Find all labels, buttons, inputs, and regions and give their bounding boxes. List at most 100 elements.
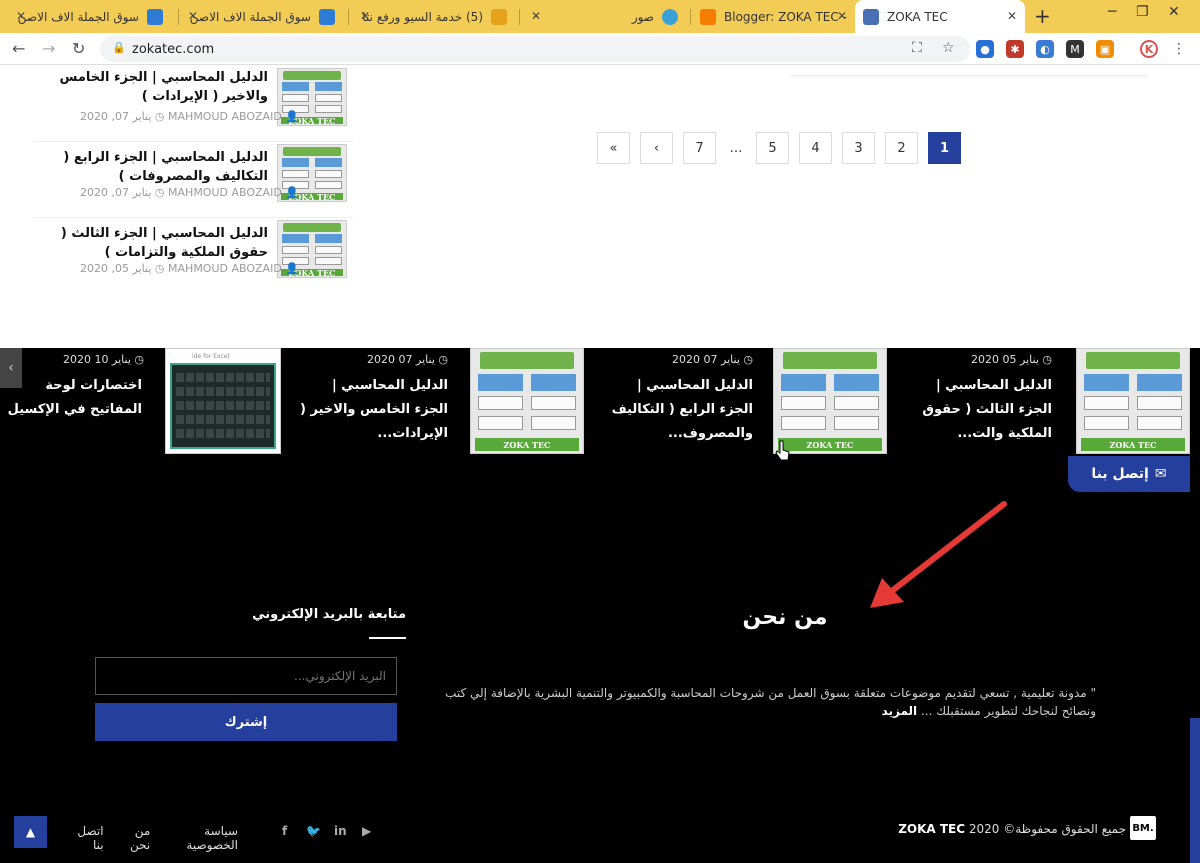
browser-tab[interactable]: سوق الجملة الاف الاصن ✕ xyxy=(8,0,171,33)
lock-icon[interactable]: 🔒 xyxy=(112,41,126,54)
page-prev-button[interactable]: ‹ xyxy=(640,132,673,164)
footer-link-about[interactable]: من نحن xyxy=(118,824,150,852)
thumb-brand: ZOKA TEC xyxy=(778,438,882,451)
envelope-icon: ✉ xyxy=(1154,466,1167,482)
post-title[interactable]: الدليل المحاسبي | الجزء الرابع ( التكالي… xyxy=(38,148,268,186)
about-title: من نحن xyxy=(742,605,828,630)
slide-date: ◷ يناير 07 2020 xyxy=(672,353,753,366)
jomla-icon xyxy=(147,8,163,25)
slider-item[interactable]: ide for Excel ◷ يناير 10 2020 اختصارات ل… xyxy=(0,348,282,458)
browser-tabbar: سوق الجملة الاف الاصن ✕ سوق الجملة الاف … xyxy=(0,0,1200,33)
slide-date: ◷ يناير 10 2020 xyxy=(63,353,144,366)
user-icon: 👤 xyxy=(285,186,299,199)
bookmark-star-icon[interactable]: ☆ xyxy=(942,40,955,56)
reload-icon[interactable]: ↻ xyxy=(72,39,85,58)
post-author[interactable]: MAHMOUD ABOZAID xyxy=(168,110,282,123)
slider-item[interactable]: ZOKA TEC ◷ يناير 07 2020 الدليل المحاسبي… xyxy=(290,348,585,458)
translate-icon[interactable]: ⛶ xyxy=(912,40,922,56)
contact-button[interactable]: ✉ إتصل بنا xyxy=(1068,456,1190,492)
facebook-icon[interactable]: f xyxy=(282,824,287,838)
slide-title[interactable]: اختصارات لوحة المفاتيح في الإكسيل xyxy=(0,374,142,422)
post-author[interactable]: MAHMOUD ABOZAID xyxy=(168,186,282,199)
browser-tab[interactable]: (5) خدمة السيو ورفع نتا ✕ xyxy=(352,0,515,33)
browser-tab-active[interactable]: ZOKA TEC ✕ xyxy=(855,0,1025,33)
slide-title[interactable]: الدليل المحاسبي | الجزء الثالث ( حقوق ال… xyxy=(902,374,1052,446)
post-date: يناير 05, 2020 xyxy=(80,262,152,275)
menu-icon[interactable]: ⋮ xyxy=(1170,40,1188,58)
back-icon[interactable]: ← xyxy=(12,39,25,58)
contact-button-label: إتصل بنا xyxy=(1091,466,1149,482)
slide-thumbnail[interactable]: ZOKA TEC xyxy=(470,348,584,454)
page-button[interactable]: 3 xyxy=(842,132,875,164)
profile-avatar[interactable]: K xyxy=(1140,40,1158,58)
twitter-icon[interactable]: 🐦 xyxy=(306,824,321,838)
slide-thumbnail[interactable]: ZOKA TEC xyxy=(1076,348,1190,454)
footer-link-privacy[interactable]: سياسة الخصوصية xyxy=(164,824,238,852)
pagination: « ‹ 7 … 5 4 3 2 1 xyxy=(597,132,971,164)
subscribe-button[interactable]: إشترك xyxy=(95,703,397,741)
minimize-button[interactable]: ─ xyxy=(1108,4,1116,20)
annotation-arrow xyxy=(870,501,1007,608)
close-icon[interactable]: ✕ xyxy=(188,9,198,23)
slide-thumbnail[interactable]: ide for Excel xyxy=(165,348,281,454)
brand-name[interactable]: ZOKA TEC xyxy=(898,822,965,836)
close-icon[interactable]: ✕ xyxy=(531,9,541,23)
new-tab-button[interactable]: + xyxy=(1034,4,1051,28)
linkedin-icon[interactable]: in xyxy=(334,824,347,838)
five-icon xyxy=(491,8,507,25)
email-field[interactable] xyxy=(95,657,397,695)
omnibox[interactable]: 🔒 zokatec.com ⛶ ☆ xyxy=(100,36,970,62)
post-meta: 👤 MAHMOUD ABOZAID ◷ يناير 07, 2020 xyxy=(63,186,299,199)
forward-icon[interactable]: → xyxy=(42,39,55,58)
mouse-cursor-icon xyxy=(775,440,790,461)
page-button[interactable]: 2 xyxy=(885,132,918,164)
close-icon[interactable]: ✕ xyxy=(16,9,26,23)
read-more-link[interactable]: المزيد xyxy=(882,704,918,718)
slider-item[interactable]: ZOKA TEC ◷ يناير 05 2020 الدليل المحاسبي… xyxy=(900,348,1190,458)
extension-icon[interactable]: M xyxy=(1066,40,1084,58)
post-date: يناير 07, 2020 xyxy=(80,110,152,123)
close-icon[interactable]: ✕ xyxy=(360,9,370,23)
close-icon[interactable]: ✕ xyxy=(1007,9,1017,23)
clock-icon: ◷ xyxy=(154,186,165,199)
browser-tab[interactable]: Blogger: ZOKA TEC - ك ✕ xyxy=(692,0,855,33)
extension-icon[interactable]: ● xyxy=(976,40,994,58)
blogger-icon xyxy=(700,8,716,25)
browser-tab[interactable]: صور ✕ xyxy=(523,0,686,33)
page-button[interactable]: 4 xyxy=(799,132,832,164)
browser-tab[interactable]: سوق الجملة الاف الاصن ✕ xyxy=(180,0,343,33)
footer-logo[interactable]: BM. xyxy=(1130,816,1156,840)
post-title[interactable]: الدليل المحاسبي | الجزء الثالث ( حقوق ال… xyxy=(38,224,268,262)
extension-icon[interactable]: ▣ xyxy=(1096,40,1114,58)
footer-link-contact[interactable]: اتصل بنا xyxy=(70,824,103,852)
slide-date: ◷ يناير 05 2020 xyxy=(971,353,1052,366)
extension-icon[interactable]: ✱ xyxy=(1006,40,1024,58)
back-to-top-button[interactable]: ▲ xyxy=(14,816,47,848)
post-title[interactable]: الدليل المحاسبي | الجزء الخامس والاخير (… xyxy=(38,68,269,106)
page-first-button[interactable]: « xyxy=(597,132,630,164)
divider xyxy=(369,637,406,639)
close-icon[interactable]: ✕ xyxy=(837,9,847,23)
slide-thumbnail[interactable]: ZOKA TEC xyxy=(773,348,887,454)
slider-item[interactable]: ZOKA TEC ◷ يناير 07 2020 الدليل المحاسبي… xyxy=(595,348,890,458)
window-close-button[interactable]: ✕ xyxy=(1168,4,1180,20)
list-item[interactable]: ZOKA TEC الدليل المحاسبي | الجزء الثالث … xyxy=(33,218,353,294)
page-ellipsis: … xyxy=(726,132,746,164)
clock-icon: ◷ xyxy=(154,262,165,275)
restore-button[interactable]: ❐ xyxy=(1136,4,1149,20)
page-button[interactable]: 7 xyxy=(683,132,716,164)
slide-title[interactable]: الدليل المحاسبي | الجزء الخامس والاخير (… xyxy=(298,374,448,446)
clock-icon: ◷ xyxy=(1042,353,1052,366)
url-text[interactable]: zokatec.com xyxy=(132,42,214,57)
page-button[interactable]: 5 xyxy=(756,132,789,164)
copyright-text: جميع الحقوق محفوظة© 2020 ZOKA TEC xyxy=(898,822,1126,836)
user-icon: 👤 xyxy=(285,262,299,275)
youtube-icon[interactable]: ▶ xyxy=(362,824,371,838)
list-item[interactable]: ZOKA TEC الدليل المحاسبي | الجزء الخامس … xyxy=(33,66,353,142)
slide-title[interactable]: الدليل المحاسبي | الجزء الرابع ( التكالي… xyxy=(603,374,753,446)
list-item[interactable]: ZOKA TEC الدليل المحاسبي | الجزء الرابع … xyxy=(33,142,353,218)
extension-icon[interactable]: ◐ xyxy=(1036,40,1054,58)
post-author[interactable]: MAHMOUD ABOZAID xyxy=(168,262,282,275)
slide-date: ◷ يناير 07 2020 xyxy=(367,353,448,366)
page-button-active[interactable]: 1 xyxy=(928,132,961,164)
